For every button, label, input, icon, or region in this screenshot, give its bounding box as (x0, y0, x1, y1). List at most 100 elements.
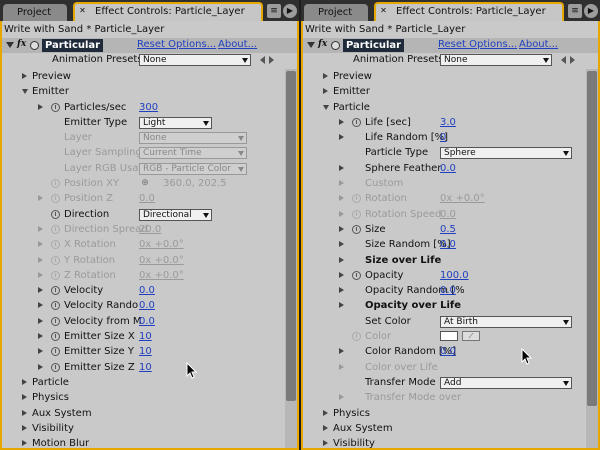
prop-value[interactable]: 100.0 (440, 269, 469, 282)
collapsed-triangle-icon[interactable] (22, 440, 27, 447)
collapsed-triangle-icon[interactable] (38, 195, 43, 202)
prop-row-position-z[interactable]: Position Z 0.0 (2, 191, 297, 206)
prop-row-rotation-speed[interactable]: Rotation Speed 0.0 (303, 207, 598, 222)
prop-row-rotation[interactable]: Rotation 0x +0.0° (303, 191, 598, 206)
prop-row-color-over-life[interactable]: Color over Life (303, 360, 598, 375)
stopwatch-icon[interactable] (51, 286, 60, 296)
crosshair-icon[interactable]: ⊕ (139, 178, 151, 189)
prop-value[interactable]: 0.5 (440, 223, 456, 236)
stopwatch-icon[interactable] (51, 316, 60, 326)
prev-preset-icon[interactable] (260, 56, 265, 64)
collapsed-triangle-icon[interactable] (323, 424, 328, 431)
expanded-triangle-icon[interactable] (22, 89, 28, 95)
prop-row-velocity[interactable]: Velocity 0.0 (2, 283, 297, 298)
collapsed-triangle-icon[interactable] (38, 302, 43, 309)
collapsed-triangle-icon[interactable] (38, 287, 43, 294)
prop-row-motion-blur[interactable]: Motion Blur (2, 436, 297, 448)
prop-row-color[interactable]: Color ⟋ (303, 329, 598, 344)
collapsed-triangle-icon[interactable] (22, 394, 27, 401)
prop-value[interactable]: 300 (139, 101, 158, 114)
panel-menu-icon[interactable]: ≡ (568, 4, 582, 18)
collapsed-triangle-icon[interactable] (38, 225, 43, 232)
prop-dropdown[interactable]: Light (139, 116, 212, 129)
prop-row-layer-rgb-usage[interactable]: Layer RGB Usage RGB - Particle Color (2, 161, 297, 176)
collapsed-triangle-icon[interactable] (339, 271, 344, 278)
prop-row-size[interactable]: Size 0.5 (303, 222, 598, 237)
prop-row-y-rotation[interactable]: Y Rotation 0x +0.0° (2, 253, 297, 268)
collapsed-triangle-icon[interactable] (339, 225, 344, 232)
about-link[interactable]: About... (519, 39, 558, 50)
collapsed-triangle-icon[interactable] (339, 195, 344, 202)
prop-row-transfer-mode[interactable]: Transfer Mode Add (303, 375, 598, 390)
effect-enable-icon[interactable] (331, 41, 340, 50)
tab-effect-controls[interactable]: ✕ Effect Controls: Particle_Layer (374, 2, 564, 21)
next-preset-icon[interactable] (269, 56, 274, 64)
stopwatch-icon[interactable] (352, 117, 361, 127)
collapsed-triangle-icon[interactable] (339, 118, 344, 125)
fx-toggle-icon[interactable]: fx (318, 39, 327, 49)
eyedropper-icon[interactable]: ⟋ (462, 331, 480, 342)
collapsed-triangle-icon[interactable] (38, 317, 43, 324)
play-icon[interactable]: ▶ (584, 4, 598, 18)
collapsed-triangle-icon[interactable] (339, 287, 344, 294)
collapsed-triangle-icon[interactable] (22, 409, 27, 416)
prop-row-aux-system[interactable]: Aux System (2, 406, 297, 421)
prop-value[interactable]: 0.0 (440, 208, 456, 221)
stopwatch-icon[interactable] (51, 332, 60, 342)
collapsed-triangle-icon[interactable] (38, 241, 43, 248)
collapsed-triangle-icon[interactable] (339, 363, 344, 370)
stopwatch-icon[interactable] (352, 194, 361, 204)
prop-value[interactable]: 0x +0.0° (139, 254, 184, 267)
close-icon[interactable]: ✕ (78, 7, 87, 16)
prop-row-particle-type[interactable]: Particle Type Sphere (303, 145, 598, 160)
prop-row-velocity-random[interactable]: Velocity Rando 0.0 (2, 298, 297, 313)
prop-row-visibility[interactable]: Visibility (2, 421, 297, 436)
collapse-triangle-icon[interactable] (6, 42, 14, 48)
stopwatch-icon[interactable] (51, 301, 60, 311)
collapsed-triangle-icon[interactable] (339, 256, 344, 263)
stopwatch-icon[interactable] (51, 102, 60, 112)
stopwatch-icon[interactable] (352, 332, 361, 342)
prop-row-color-random[interactable]: Color Random [%] 0.0 (303, 344, 598, 359)
prop-value[interactable]: 0.0 (139, 299, 155, 312)
prop-value[interactable]: 0 (440, 131, 446, 144)
prop-row-preview[interactable]: Preview (303, 69, 598, 84)
prop-row-particle[interactable]: Particle (2, 375, 297, 390)
collapsed-triangle-icon[interactable] (339, 348, 344, 355)
stopwatch-icon[interactable] (51, 362, 60, 372)
collapsed-triangle-icon[interactable] (323, 440, 328, 447)
prop-row-opacity-over-life[interactable]: Opacity over Life (303, 298, 598, 313)
fx-toggle-icon[interactable]: fx (17, 39, 26, 49)
prop-row-size-over-life[interactable]: Size over Life (303, 253, 598, 268)
prop-value[interactable]: 3.0 (440, 116, 456, 129)
play-icon[interactable]: ▶ (283, 4, 297, 18)
stopwatch-icon[interactable] (51, 224, 60, 234)
presets-dropdown[interactable]: None (440, 54, 552, 66)
prop-row-life-sec[interactable]: Life [sec] 3.0 (303, 115, 598, 130)
prop-row-emitter-size-y[interactable]: Emitter Size Y 10 (2, 344, 297, 359)
scrollbar[interactable] (285, 69, 297, 448)
prop-row-emitter[interactable]: Emitter (2, 84, 297, 99)
color-swatch[interactable] (440, 331, 458, 342)
close-icon[interactable]: ✕ (379, 7, 388, 16)
prop-value[interactable]: 0.0 (440, 345, 456, 358)
stopwatch-icon[interactable] (352, 209, 361, 219)
prop-row-physics[interactable]: Physics (2, 390, 297, 405)
next-preset-icon[interactable] (570, 56, 575, 64)
collapsed-triangle-icon[interactable] (22, 424, 27, 431)
stopwatch-icon[interactable] (51, 270, 60, 280)
prop-value[interactable]: 0x +0.0° (440, 192, 485, 205)
collapsed-triangle-icon[interactable] (22, 73, 27, 79)
reset-options-link[interactable]: Reset Options... (137, 39, 216, 50)
prop-value[interactable]: 0.0 (440, 162, 456, 175)
prop-row-direction[interactable]: Direction Directional (2, 207, 297, 222)
prop-row-emitter-type[interactable]: Emitter Type Light (2, 115, 297, 130)
prop-value[interactable]: 0.0 (440, 238, 456, 251)
presets-dropdown[interactable]: None (139, 54, 251, 66)
prop-row-visibility[interactable]: Visibility (303, 436, 598, 448)
prop-row-direction-spread[interactable]: Direction Spread 20.0 (2, 222, 297, 237)
scrollbar-thumb[interactable] (587, 71, 597, 406)
collapsed-triangle-icon[interactable] (38, 348, 43, 355)
collapse-triangle-icon[interactable] (307, 42, 315, 48)
prop-value[interactable]: 0x +0.0° (139, 238, 184, 251)
